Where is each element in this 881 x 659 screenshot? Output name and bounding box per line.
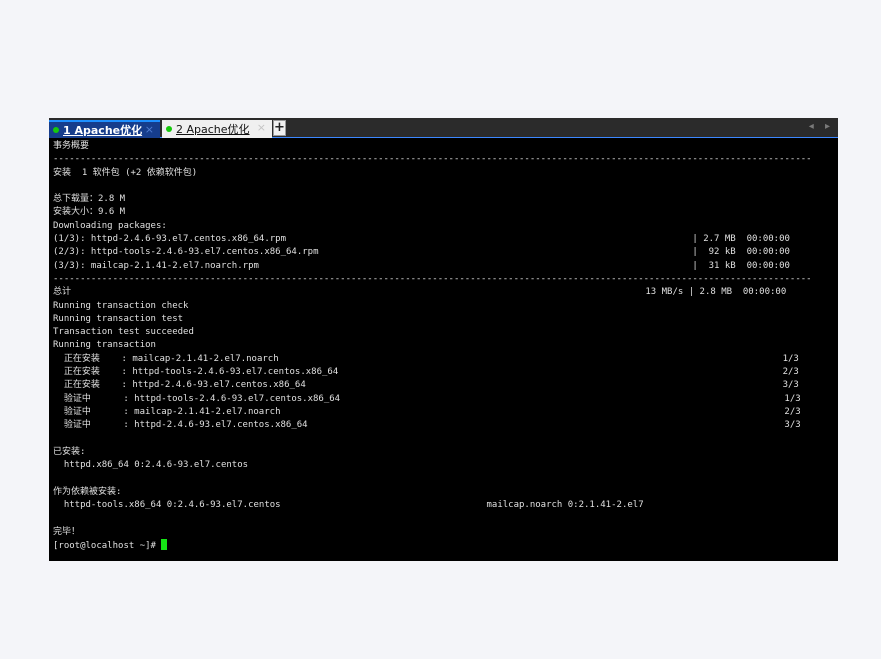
terminal-line: 验证中 : httpd-tools-2.4.6-93.el7.centos.x8… [63,393,801,404]
terminal-lines: 事务概要 -----------------------------------… [53,141,812,537]
terminal-line: httpd.x86_64 0:2.4.6-93.el7.centos [63,460,249,471]
tab-session-2[interactable]: 2 Apache优化 × [162,120,272,138]
new-tab-button[interactable]: + [273,120,286,136]
terminal-line: 正在安装 : httpd-tools-2.4.6-93.el7.centos.x… [63,367,799,378]
terminal-line: httpd-tools.x86_64 0:2.4.6-93.el7.centos… [63,500,644,511]
close-icon[interactable]: × [145,123,154,136]
connected-status-icon [53,127,59,133]
terminal-output[interactable]: 事务概要 -----------------------------------… [53,140,834,553]
terminal-line: 事务概要 [53,141,90,151]
tab-label: 2 Apache优化 [176,123,250,136]
terminal-line: 验证中 : mailcap-2.1.41-2.el7.noarch 2/3 [63,406,801,417]
terminal-line: Running transaction test [53,313,184,324]
close-icon[interactable]: × [257,121,266,134]
terminal-window: 1 Apache优化 × 2 Apache优化 × + ◂ ▸ 事务概要 ---… [49,118,838,561]
terminal-line: Running transaction [53,340,156,351]
tab-bar: 1 Apache优化 × 2 Apache优化 × + ◂ ▸ [49,118,838,138]
terminal-line: 作为依赖被安装: [53,486,122,497]
terminal-line: 完毕！ [53,526,81,537]
terminal-line: Downloading packages: [53,220,167,231]
terminal-line: ----------------------------------------… [53,273,812,284]
text-cursor [161,538,168,550]
terminal-line: Running transaction check [53,300,189,311]
terminal-line: Transaction test succeeded [53,327,194,338]
terminal-line: 已安装: [53,446,86,457]
terminal-line: ----------------------------------------… [53,154,812,165]
terminal-line: (3/3): mailcap-2.1.41-2.el7.noarch.rpm |… [53,260,790,271]
terminal-line: 正在安装 : httpd-2.4.6-93.el7.centos.x86_64 … [63,380,799,391]
terminal-line: 总计 13 MB/s | 2.8 MB 00:00:00 [53,287,787,298]
tab-label: 1 Apache优化 [63,124,143,137]
terminal-line: 验证中 : httpd-2.4.6-93.el7.centos.x86_64 3… [63,420,801,431]
tab-scroll-arrows-icon[interactable]: ◂ ▸ [809,121,834,132]
terminal-line: 安装 1 软件包 (+2 依赖软件包) [53,167,198,178]
tab-session-1[interactable]: 1 Apache优化 × [49,120,160,138]
terminal-line: 安装大小：9.6 M [53,207,126,218]
terminal-line: (2/3): httpd-tools-2.4.6-93.el7.centos.x… [53,247,790,258]
terminal-line: (1/3): httpd-2.4.6-93.el7.centos.x86_64.… [53,234,790,245]
terminal-line: 总下载量：2.8 M [53,194,126,205]
connected-status-icon [166,126,172,132]
terminal-line: 正在安装 : mailcap-2.1.41-2.el7.noarch 1/3 [63,353,799,364]
shell-prompt: [root@localhost ~]# [53,540,162,551]
